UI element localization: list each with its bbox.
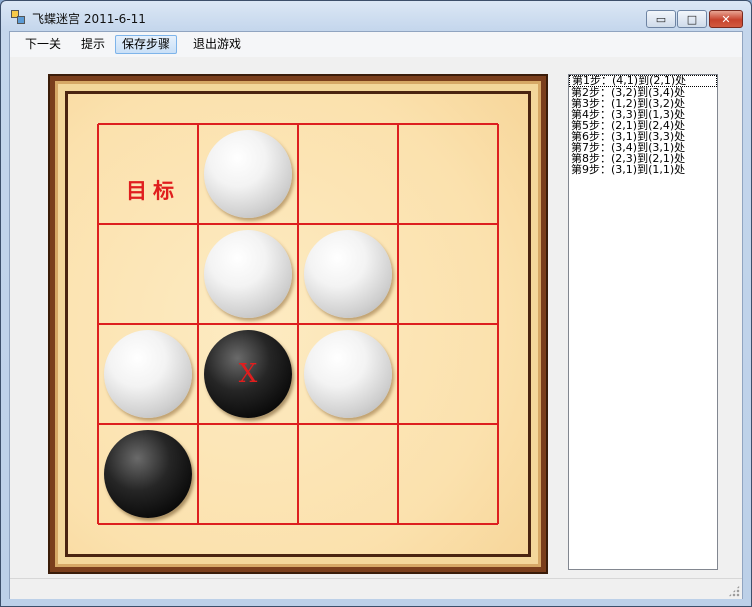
grid-line-vertical (197, 124, 199, 524)
board-gold-border: 目标 X (55, 81, 541, 567)
move-list[interactable]: 第1步：(4,1)到(2,1)处 第2步：(3,2)到(3,4)处 第3步：(1,2… (568, 74, 718, 570)
white-stone[interactable] (204, 230, 292, 318)
app-window: 飞蝶迷宫 2011-6-11 ▭ □ ✕ 下一关 提示 保存步骤 退出游戏 目标… (0, 0, 752, 607)
move-list-item[interactable]: 第7步：(3,4)到(3,1)处 (569, 142, 717, 153)
status-bar (10, 578, 742, 599)
game-board-frame: 目标 X (48, 74, 548, 574)
menu-exit-game[interactable]: 退出游戏 (186, 35, 248, 54)
window-title: 飞蝶迷宫 2011-6-11 (32, 12, 146, 26)
maximize-icon: □ (686, 12, 698, 26)
close-button[interactable]: ✕ (709, 10, 743, 28)
resize-grip-icon[interactable] (728, 585, 740, 597)
grid-line-vertical (97, 124, 99, 524)
minimize-button[interactable]: ▭ (646, 10, 676, 28)
black-stone[interactable] (104, 430, 192, 518)
move-list-item[interactable]: 第3步：(1,2)到(3,2)处 (569, 98, 717, 109)
game-board[interactable]: 目标 X (65, 91, 531, 557)
move-list-item[interactable]: 第1步：(4,1)到(2,1)处 (569, 75, 717, 87)
move-list-item[interactable]: 第5步：(2,1)到(2,4)处 (569, 120, 717, 131)
grid-line-vertical (397, 124, 399, 524)
black-stone[interactable]: X (204, 330, 292, 418)
maximize-button[interactable]: □ (677, 10, 707, 28)
client-area: 下一关 提示 保存步骤 退出游戏 目标 X 第1步：(4,1)到(2,1)处 第2… (9, 31, 743, 599)
white-stone[interactable] (304, 230, 392, 318)
close-icon: ✕ (721, 12, 731, 26)
menu-hint[interactable]: 提示 (74, 35, 112, 54)
white-stone[interactable] (304, 330, 392, 418)
white-stone[interactable] (204, 130, 292, 218)
stone-mark: X (238, 359, 258, 389)
grid-line-vertical (297, 124, 299, 524)
menu-bar: 下一关 提示 保存步骤 退出游戏 (10, 32, 742, 57)
move-list-item[interactable]: 第9步：(3,1)到(1,1)处 (569, 164, 717, 175)
menu-next-level[interactable]: 下一关 (18, 35, 68, 54)
move-list-item[interactable]: 第2步：(3,2)到(3,4)处 (569, 87, 717, 98)
minimize-icon: ▭ (655, 12, 667, 26)
menu-save-steps[interactable]: 保存步骤 (115, 35, 178, 54)
move-list-item[interactable]: 第6步：(3,1)到(3,3)处 (569, 131, 717, 142)
move-list-item[interactable]: 第8步：(2,3)到(2,1)处 (569, 153, 717, 164)
title-bar[interactable]: 飞蝶迷宫 2011-6-11 ▭ □ ✕ (1, 1, 751, 31)
white-stone[interactable] (104, 330, 192, 418)
grid-line-vertical (497, 124, 499, 524)
app-icon (11, 10, 25, 24)
move-list-item[interactable]: 第4步：(3,3)到(1,3)处 (569, 109, 717, 120)
target-label: 目标 (126, 179, 180, 203)
